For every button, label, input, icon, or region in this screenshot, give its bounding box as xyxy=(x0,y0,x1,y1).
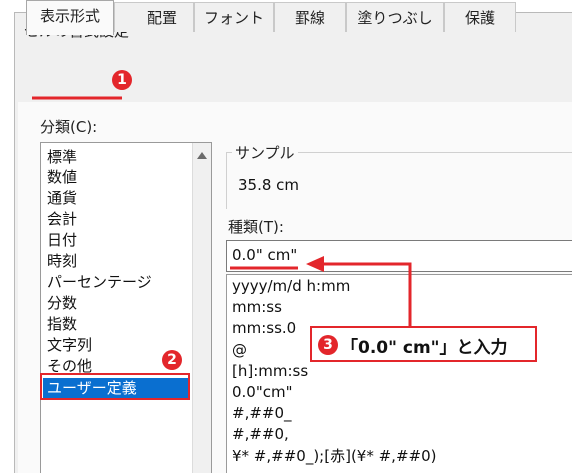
step-3-callout: 3 「0.0" cm"」と入力 xyxy=(310,326,537,362)
callout-connector xyxy=(322,262,412,326)
callout-text: 「0.0" cm"」と入力 xyxy=(341,338,508,358)
step-2-badge: 2 xyxy=(162,350,182,370)
step-3-badge: 3 xyxy=(318,335,338,355)
callout-arrow-icon xyxy=(306,256,324,272)
step-1-badge: 1 xyxy=(112,70,132,90)
annotation-overlay xyxy=(32,96,412,326)
selected-highlight-box xyxy=(40,373,190,400)
